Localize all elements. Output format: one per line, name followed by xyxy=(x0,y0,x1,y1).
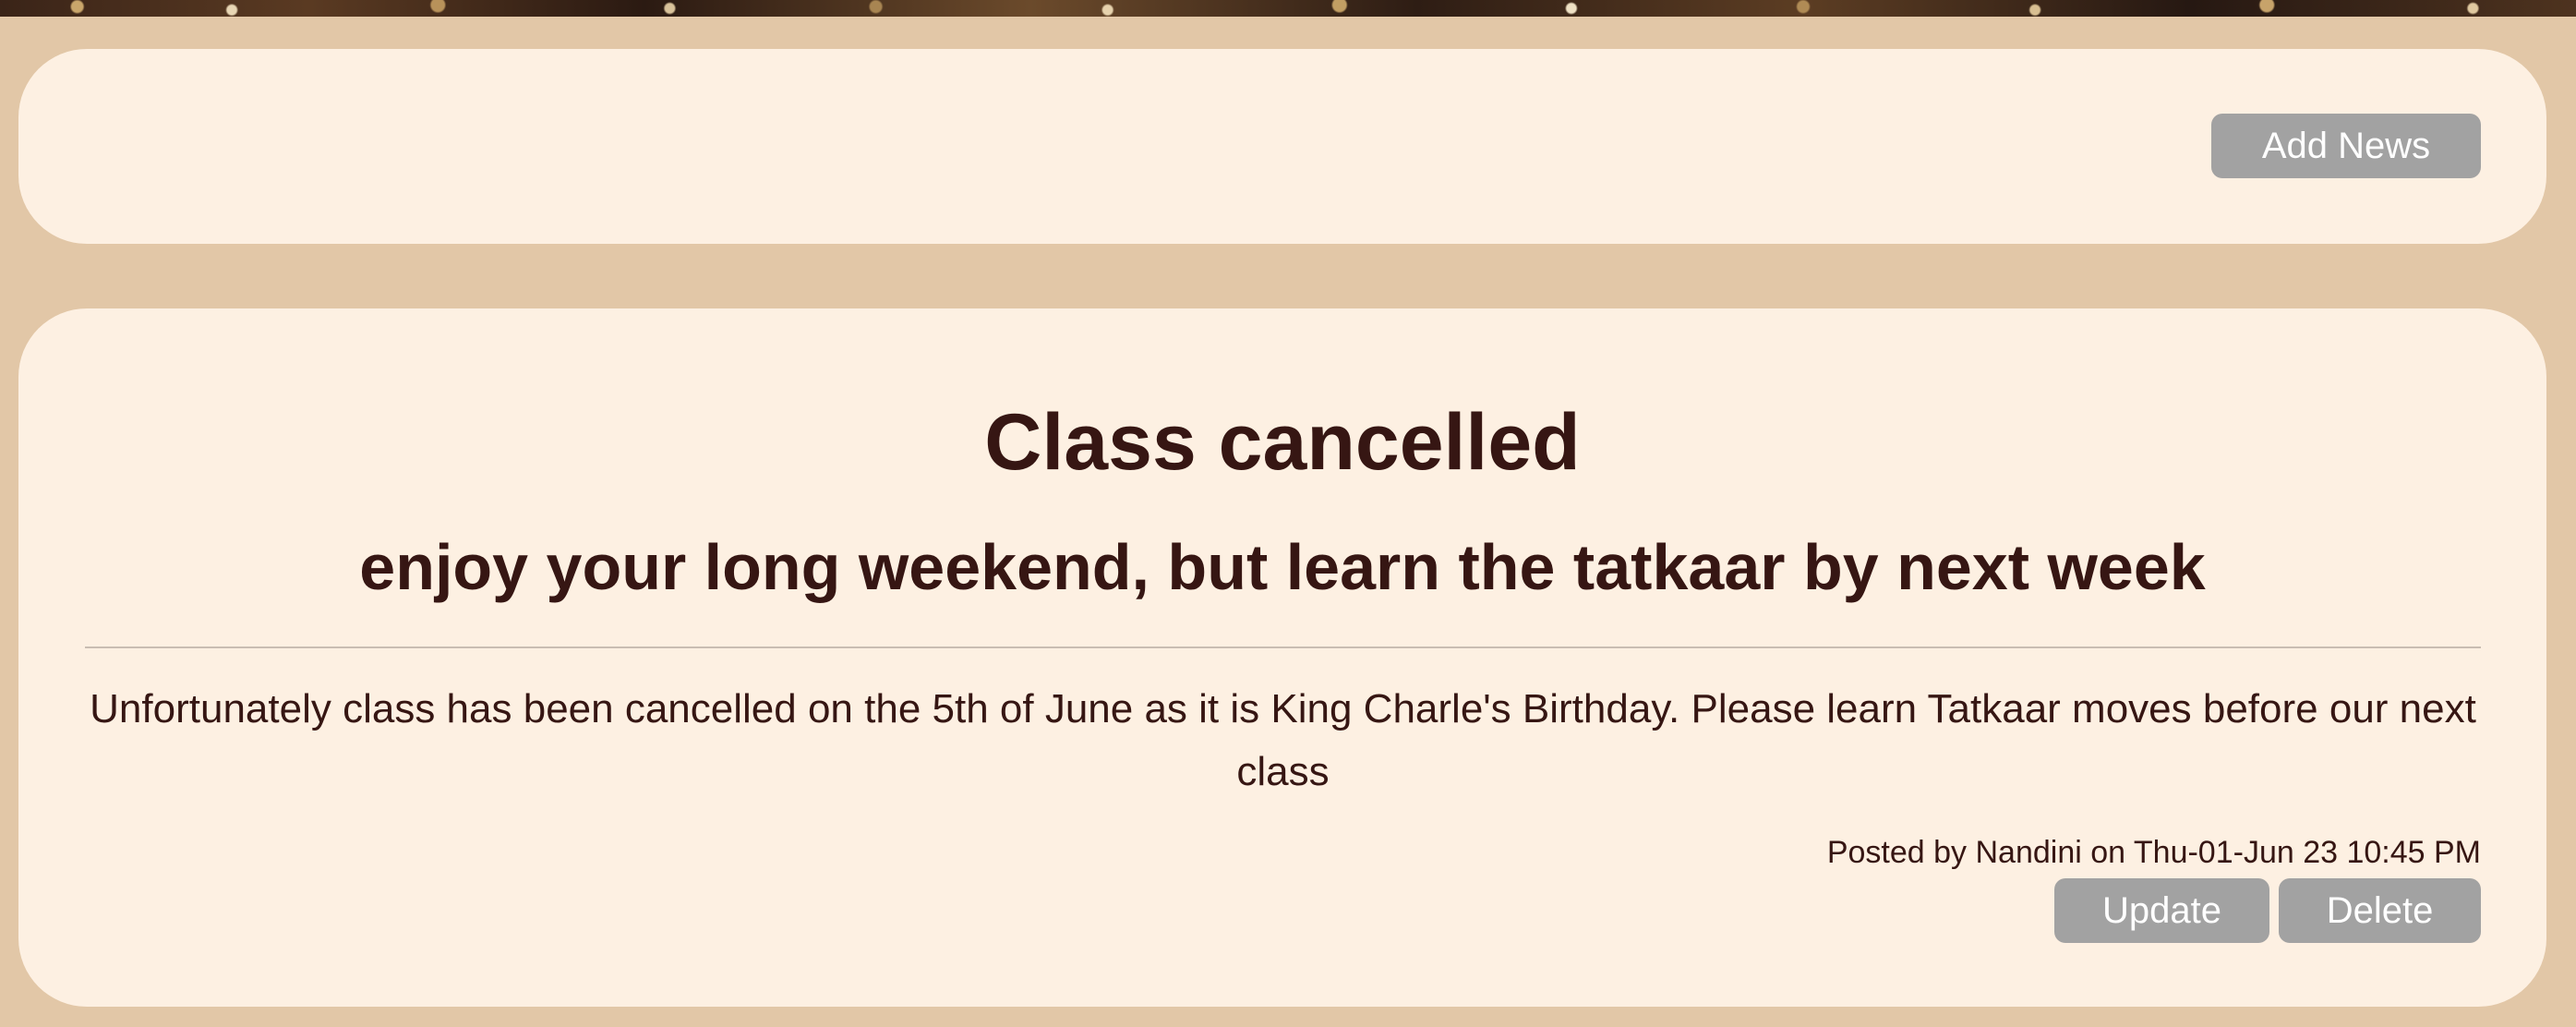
news-body: Unfortunately class has been cancelled o… xyxy=(90,686,2476,794)
news-actions-panel: Add News xyxy=(18,49,2546,244)
news-title: Class cancelled xyxy=(984,398,1581,487)
news-card: Class cancelled enjoy your long weekend,… xyxy=(18,308,2546,1007)
news-divider xyxy=(85,646,2481,648)
update-news-button[interactable]: Update xyxy=(2054,878,2269,943)
news-posted-by: Posted by Nandini on Thu-01-Jun 23 10:45… xyxy=(1826,835,2481,870)
add-news-button[interactable]: Add News xyxy=(2211,114,2481,178)
news-subtitle: enjoy your long weekend, but learn the t… xyxy=(359,531,2206,603)
delete-news-button[interactable]: Delete xyxy=(2279,878,2481,943)
header-banner-image xyxy=(0,0,2576,17)
